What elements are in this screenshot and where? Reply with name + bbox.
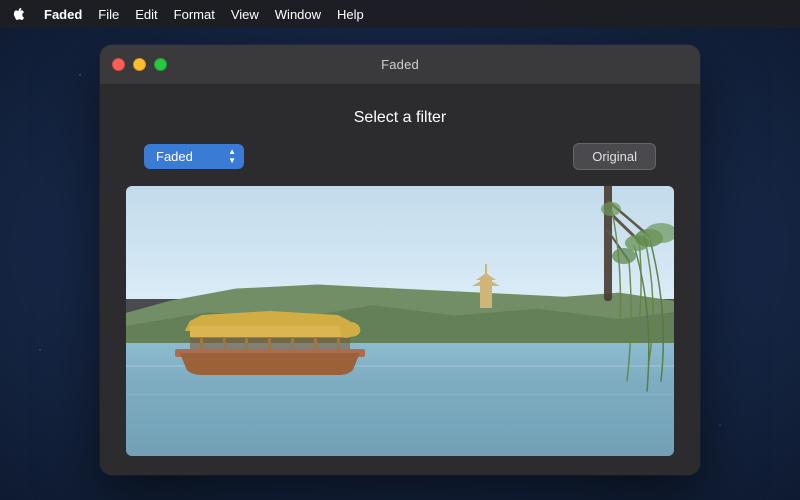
- boat-hull: [180, 353, 360, 375]
- photo-scene: [126, 186, 674, 456]
- minimize-button[interactable]: [133, 58, 146, 71]
- titlebar: Faded: [100, 45, 700, 85]
- window-title: Faded: [381, 57, 419, 72]
- controls-row: Faded Original Vivid Noir Warm Cool ▲ ▼ …: [124, 143, 676, 170]
- menubar-format[interactable]: Format: [166, 5, 223, 24]
- close-button[interactable]: [112, 58, 125, 71]
- menubar-app-name[interactable]: Faded: [36, 5, 90, 24]
- traffic-lights: [112, 58, 167, 71]
- menubar-help[interactable]: Help: [329, 5, 372, 24]
- willow-tree: [549, 186, 674, 456]
- filter-select-wrapper: Faded Original Vivid Noir Warm Cool ▲ ▼: [144, 144, 244, 169]
- menubar: Faded File Edit Format View Window Help: [0, 0, 800, 28]
- menubar-view[interactable]: View: [223, 5, 267, 24]
- boat-roof-structure: [190, 311, 350, 351]
- menubar-window[interactable]: Window: [267, 5, 329, 24]
- filter-label: Select a filter: [354, 109, 446, 127]
- menubar-edit[interactable]: Edit: [127, 5, 165, 24]
- pagoda-tower: [480, 278, 492, 308]
- app-window: Faded Select a filter Faded Original Viv…: [100, 45, 700, 475]
- photo-container: [126, 186, 674, 456]
- window-content: Select a filter Faded Original Vivid Noi…: [100, 85, 700, 475]
- pagoda: [466, 263, 506, 308]
- original-button[interactable]: Original: [573, 143, 656, 170]
- boat: [170, 295, 370, 375]
- apple-menu[interactable]: [8, 3, 30, 25]
- apple-icon: [12, 7, 26, 21]
- menubar-file[interactable]: File: [90, 5, 127, 24]
- filter-select[interactable]: Faded Original Vivid Noir Warm Cool: [144, 144, 244, 169]
- maximize-button[interactable]: [154, 58, 167, 71]
